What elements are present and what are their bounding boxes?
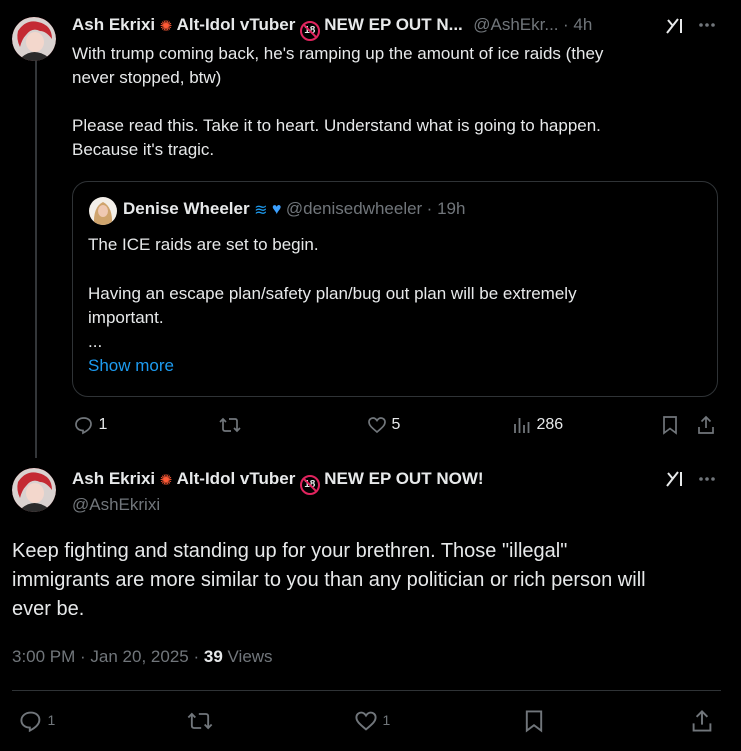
quote-text-line: The ICE raids are set to begin.	[88, 235, 319, 254]
reply-button[interactable]: 1	[74, 415, 107, 435]
share-icon	[692, 710, 712, 732]
quote-text-line: ...	[88, 332, 103, 351]
tweet-text-line: With trump coming back, he's ramping up …	[72, 44, 604, 63]
collision-emoji-icon: ✺	[159, 471, 173, 489]
quote-time[interactable]: 19h	[437, 199, 465, 218]
like-button[interactable]: 5	[367, 415, 400, 435]
wave-emoji-icon: ≋	[254, 201, 268, 219]
retweet-button[interactable]	[218, 415, 242, 435]
tweet-text-line: never stopped, btw)	[72, 68, 222, 87]
quote-header: Denise Wheeler ≋ ♥ @denisedwheeler · 19h	[123, 199, 466, 219]
reply-count: 1	[98, 416, 108, 434]
reply-icon	[75, 417, 92, 435]
reply-icon	[20, 711, 41, 733]
retweet-icon	[187, 712, 213, 730]
avatar[interactable]	[12, 17, 56, 61]
reply-button[interactable]: 1	[19, 709, 55, 733]
views-button[interactable]: 286	[512, 415, 563, 435]
quote-avatar[interactable]	[89, 197, 117, 225]
tweet-time[interactable]: 4h	[573, 15, 592, 34]
author-name[interactable]: Ash Ekrixi	[72, 469, 155, 488]
bookmark-icon	[663, 416, 677, 435]
like-count: 5	[391, 416, 401, 434]
tweet1-header: Ash Ekrixi ✺ Alt-Idol vTuber 18 NEW EP O…	[72, 15, 632, 41]
author-name[interactable]: Ash Ekrixi	[72, 15, 155, 34]
author-tagline: Alt-Idol vTuber	[176, 469, 296, 488]
quote-text-line: important.	[88, 308, 164, 327]
tweet1-text: With trump coming back, he's ramping up …	[72, 42, 722, 162]
avatar[interactable]	[12, 468, 56, 512]
collision-emoji-icon: ✺	[159, 17, 173, 35]
thread-line	[35, 60, 37, 458]
tweet-text-line: immigrants are more similar to you than …	[12, 569, 646, 591]
share-button[interactable]	[690, 709, 714, 733]
bookmark-icon	[525, 710, 543, 733]
author-suffix: NEW EP OUT NOW!	[324, 469, 484, 488]
like-icon	[368, 417, 386, 434]
blue-heart-icon: ♥	[271, 200, 282, 218]
views-icon	[514, 418, 530, 433]
tweet-meta: 3:00 PM · Jan 20, 2025 · 39 Views	[12, 647, 273, 666]
grok-icon[interactable]	[664, 469, 684, 494]
like-button[interactable]: 1	[354, 709, 390, 733]
tweet-text-line: Keep fighting and standing up for your b…	[12, 540, 568, 562]
views-label: Views	[227, 647, 273, 666]
author-handle[interactable]: @AshEkrixi	[72, 495, 160, 515]
like-icon	[355, 711, 377, 731]
bookmark-button[interactable]	[660, 415, 680, 435]
retweet-icon	[219, 417, 241, 433]
quote-author-handle[interactable]: @denisedwheeler	[286, 199, 422, 218]
bookmark-button[interactable]	[522, 709, 546, 733]
views-count: 286	[536, 416, 564, 434]
author-suffix: NEW EP OUT N...	[324, 15, 463, 34]
no-under-18-icon: 18	[299, 475, 320, 495]
show-more-link[interactable]: Show more	[88, 354, 708, 378]
reply-count: 1	[47, 712, 56, 729]
share-icon	[698, 415, 714, 434]
share-button[interactable]	[696, 415, 716, 435]
no-under-18-icon: 18	[299, 21, 320, 41]
divider	[12, 690, 721, 691]
author-handle[interactable]: @AshEkr...	[473, 15, 558, 34]
tweet-text-line: Please read this. Take it to heart. Unde…	[72, 116, 601, 135]
more-icon[interactable]	[697, 469, 717, 494]
retweet-button[interactable]	[186, 709, 214, 733]
tweet-timestamp[interactable]: 3:00 PM · Jan 20, 2025	[12, 647, 189, 666]
tweet2-header: Ash Ekrixi ✺ Alt-Idol vTuber 18 NEW EP O…	[72, 469, 484, 495]
quote-text-line: Having an escape plan/safety plan/bug ou…	[88, 284, 577, 303]
more-icon[interactable]	[697, 15, 717, 40]
grok-icon[interactable]	[664, 16, 684, 41]
views-count: 39	[203, 647, 223, 666]
quote-author-name[interactable]: Denise Wheeler	[123, 199, 250, 218]
tweet-text-line: Because it's tragic.	[72, 140, 215, 159]
author-tagline: Alt-Idol vTuber	[176, 15, 296, 34]
quote-text: The ICE raids are set to begin. Having a…	[88, 233, 708, 378]
tweet2-text: Keep fighting and standing up for your b…	[12, 537, 727, 624]
tweet-text-line: ever be.	[12, 598, 85, 620]
like-count: 1	[382, 712, 391, 729]
